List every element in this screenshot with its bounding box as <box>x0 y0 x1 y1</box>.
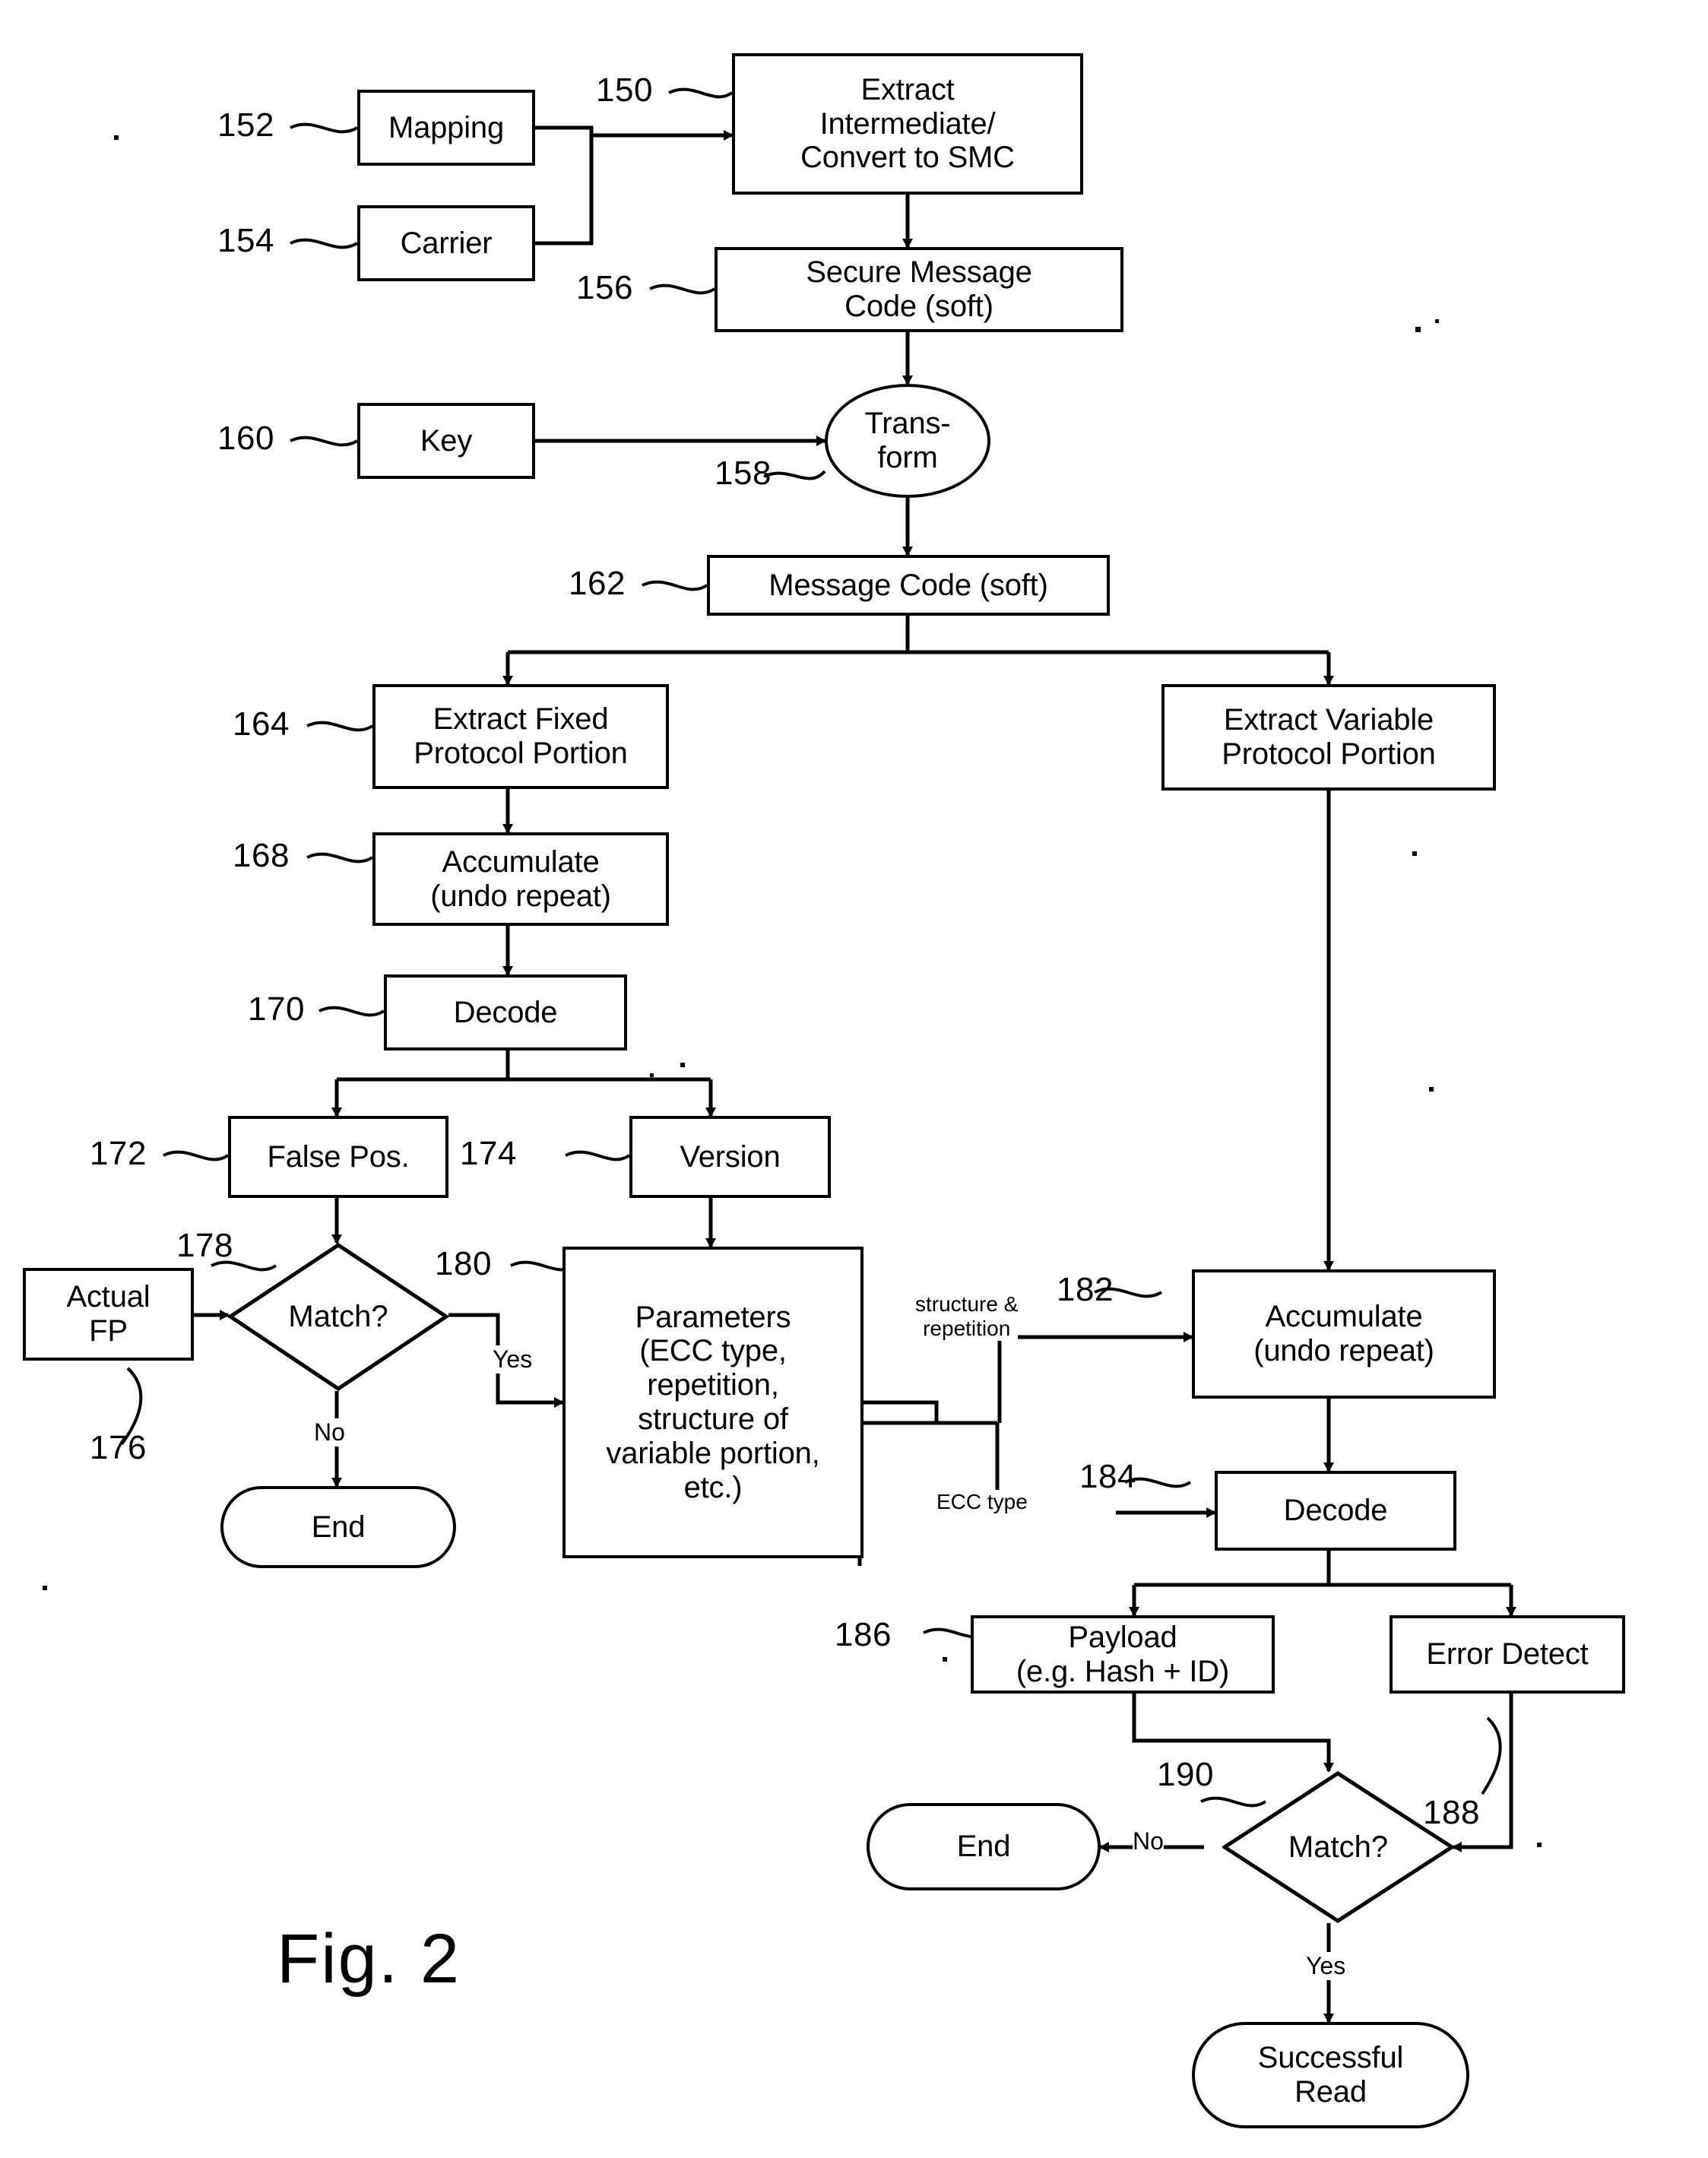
node-error-detect[interactable]: Error Detect <box>1390 1615 1625 1694</box>
ref-188: 188 <box>1423 1794 1480 1831</box>
scan-speck <box>680 1063 685 1067</box>
scan-speck <box>1415 327 1421 332</box>
decision-match-fp-label: Match? <box>288 1300 388 1333</box>
node-accumulate-variable[interactable]: Accumulate (undo repeat) <box>1192 1269 1496 1399</box>
terminator-successful-read[interactable]: Successful Read <box>1192 2022 1469 2128</box>
node-secure-message-code-label: Secure Message Code (soft) <box>806 255 1032 323</box>
figure-caption: Fig. 2 <box>277 1920 461 1998</box>
node-extract-variable-protocol-portion[interactable]: Extract Variable Protocol Portion <box>1161 684 1496 791</box>
terminator-successful-read-label: Successful Read <box>1257 2041 1404 2109</box>
ref-160: 160 <box>217 420 274 457</box>
decision-match-payload-label: Match? <box>1288 1830 1389 1864</box>
ref-180: 180 <box>435 1245 492 1282</box>
node-accumulate-fixed[interactable]: Accumulate (undo repeat) <box>372 832 669 926</box>
decision-match-payload[interactable]: Match? <box>1222 1771 1454 1923</box>
ref-154: 154 <box>217 222 274 259</box>
scan-speck <box>943 1657 947 1662</box>
terminator-end-left[interactable]: End <box>220 1486 456 1568</box>
edge-label-structure-repetition: structure & repetition <box>915 1292 1019 1342</box>
node-extract-intermediate-label: Extract Intermediate/ Convert to SMC <box>800 72 1015 175</box>
node-decode-variable-label: Decode <box>1283 1494 1388 1528</box>
node-accumulate-fixed-label: Accumulate (undo repeat) <box>430 845 611 913</box>
node-transform[interactable]: Trans- form <box>825 384 990 498</box>
node-payload[interactable]: Payload (e.g. Hash + ID) <box>971 1615 1275 1694</box>
ref-162: 162 <box>569 565 626 602</box>
terminator-end-left-label: End <box>311 1510 366 1544</box>
node-version[interactable]: Version <box>629 1116 831 1198</box>
node-actual-fp[interactable]: Actual FP <box>23 1268 194 1361</box>
node-decode-fixed[interactable]: Decode <box>384 974 627 1050</box>
node-key-label: Key <box>420 423 473 458</box>
node-mapping[interactable]: Mapping <box>357 90 535 166</box>
scan-speck <box>114 135 119 140</box>
node-parameters-label: Parameters (ECC type, repetition, struct… <box>606 1300 820 1504</box>
scan-speck <box>1537 1843 1542 1847</box>
node-parameters[interactable]: Parameters (ECC type, repetition, struct… <box>562 1247 864 1558</box>
node-carrier[interactable]: Carrier <box>357 205 535 281</box>
node-error-detect-label: Error Detect <box>1426 1637 1589 1672</box>
edge-label-ecc-type: ECC type <box>936 1490 1028 1515</box>
decision-match-false-positive[interactable]: Match? <box>228 1243 448 1391</box>
ref-150: 150 <box>596 71 653 109</box>
ref-174: 174 <box>460 1135 517 1172</box>
ref-168: 168 <box>233 837 290 874</box>
node-false-pos[interactable]: False Pos. <box>228 1116 448 1198</box>
scan-speck <box>1435 319 1439 323</box>
node-decode-fixed-label: Decode <box>453 995 558 1029</box>
edge-label-fp-no: No <box>314 1418 345 1447</box>
node-decode-variable[interactable]: Decode <box>1215 1471 1456 1551</box>
edge-label-payload-no: No <box>1133 1827 1164 1855</box>
ref-170: 170 <box>248 990 305 1028</box>
node-extract-variable-label: Extract Variable Protocol Portion <box>1222 703 1436 771</box>
scan-speck <box>650 1073 654 1077</box>
node-transform-label: Trans- form <box>864 407 951 474</box>
ref-172: 172 <box>90 1135 147 1172</box>
scan-speck <box>1429 1087 1434 1092</box>
node-extract-fixed-label: Extract Fixed Protocol Portion <box>414 702 628 770</box>
ref-182: 182 <box>1057 1271 1114 1308</box>
terminator-end-right[interactable]: End <box>867 1803 1101 1890</box>
node-actual-fp-label: Actual FP <box>66 1280 151 1348</box>
ref-156: 156 <box>576 269 633 306</box>
scan-speck <box>1412 851 1417 856</box>
node-extract-fixed-protocol-portion[interactable]: Extract Fixed Protocol Portion <box>372 684 669 789</box>
node-message-code[interactable]: Message Code (soft) <box>707 555 1110 616</box>
node-mapping-label: Mapping <box>388 110 505 144</box>
node-key[interactable]: Key <box>357 403 535 479</box>
node-version-label: Version <box>680 1139 781 1174</box>
node-message-code-label: Message Code (soft) <box>768 568 1048 602</box>
node-carrier-label: Carrier <box>400 226 493 260</box>
ref-158: 158 <box>715 455 772 492</box>
node-accumulate-variable-label: Accumulate (undo repeat) <box>1253 1300 1434 1367</box>
edge-label-fp-yes: Yes <box>493 1345 533 1374</box>
ref-176: 176 <box>90 1429 147 1466</box>
ref-186: 186 <box>835 1616 892 1653</box>
node-secure-message-code[interactable]: Secure Message Code (soft) <box>715 247 1123 332</box>
ref-164: 164 <box>233 705 290 743</box>
node-false-pos-label: False Pos. <box>267 1139 410 1174</box>
node-extract-intermediate[interactable]: Extract Intermediate/ Convert to SMC <box>732 53 1083 195</box>
edge-label-payload-yes: Yes <box>1306 1952 1346 1980</box>
ref-178: 178 <box>176 1227 233 1264</box>
scan-speck <box>43 1586 47 1590</box>
patent-figure-page: Mapping 152 Carrier 154 Extract Intermed… <box>0 0 1708 2158</box>
ref-190: 190 <box>1157 1756 1214 1793</box>
ref-152: 152 <box>217 106 274 144</box>
node-payload-label: Payload (e.g. Hash + ID) <box>1016 1620 1230 1688</box>
ref-184: 184 <box>1079 1458 1136 1495</box>
terminator-end-right-label: End <box>956 1830 1011 1864</box>
